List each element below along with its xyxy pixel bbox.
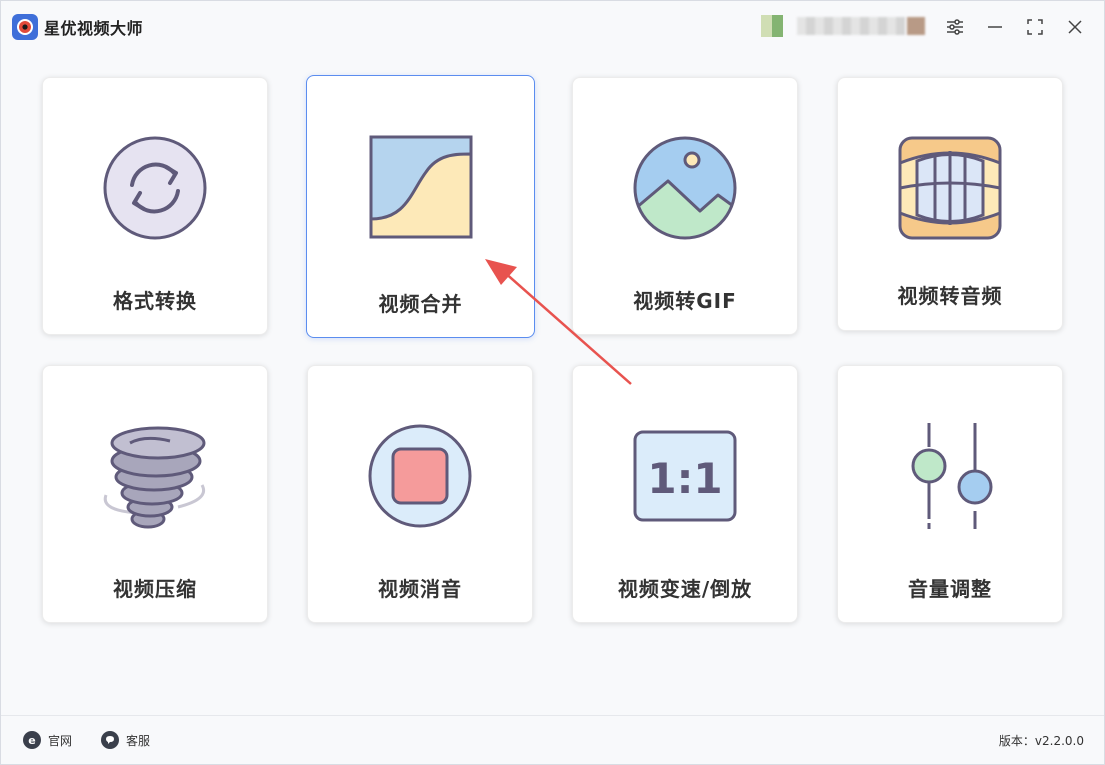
- card-video-to-audio[interactable]: 视频转音频: [837, 77, 1063, 331]
- card-label: 视频转音频: [897, 284, 1003, 308]
- card-label: 格式转换: [113, 289, 197, 313]
- version-label: 版本：v2.2.0.0: [998, 734, 1084, 748]
- card-label: 视频压缩: [113, 577, 197, 601]
- chat-bubble-icon: [101, 731, 119, 749]
- card-volume-adjust[interactable]: 音量调整: [837, 365, 1063, 623]
- close-button[interactable]: [1062, 14, 1088, 40]
- card-video-merge[interactable]: 视频合并: [306, 75, 535, 338]
- convert-icon: [103, 136, 207, 240]
- maximize-button[interactable]: [1022, 14, 1048, 40]
- volume-slider-icon: [911, 423, 993, 529]
- website-link[interactable]: e 官网: [23, 730, 72, 750]
- support-label: 客服: [126, 733, 151, 748]
- minimize-button[interactable]: [982, 14, 1008, 40]
- card-video-speed-reverse[interactable]: 1:1 视频变速/倒放: [572, 365, 798, 623]
- username-blurred-tail: [907, 17, 925, 35]
- card-label: 视频合并: [378, 292, 463, 316]
- svg-text:1:1: 1:1: [647, 454, 722, 503]
- browser-e-icon: e: [23, 731, 41, 749]
- app-title: 星优视频大师: [44, 19, 144, 38]
- card-video-compress[interactable]: 视频压缩: [42, 365, 268, 623]
- card-format-convert[interactable]: 格式转换: [42, 77, 268, 335]
- maximize-icon: [1027, 19, 1043, 35]
- tornado-compress-icon: [103, 426, 206, 529]
- audio-icon: [898, 136, 1002, 240]
- title-bar: 星优视频大师: [1, 1, 1104, 53]
- settings-button[interactable]: [942, 14, 968, 40]
- card-video-to-gif[interactable]: 视频转GIF: [572, 77, 798, 335]
- minimize-icon: [988, 26, 1002, 28]
- card-video-mute[interactable]: 视频消音: [307, 365, 533, 623]
- card-label: 视频转GIF: [633, 289, 737, 313]
- card-label: 音量调整: [908, 577, 992, 601]
- user-account[interactable]: [761, 15, 925, 37]
- support-link[interactable]: 客服: [101, 730, 150, 750]
- mute-icon: [368, 424, 472, 528]
- card-label: 视频消音: [378, 577, 462, 601]
- avatar[interactable]: [761, 15, 783, 37]
- footer: e 官网 客服 版本：v2.2.0.0: [1, 715, 1104, 764]
- app-logo-icon: [12, 14, 38, 40]
- close-icon: [1068, 20, 1082, 34]
- merge-icon: [369, 135, 472, 239]
- app-window: 星优视频大师 格式转换 视频合并 视频转GIF 视频转音频 视频压缩 视频消音 …: [0, 0, 1105, 765]
- card-label: 视频变速/倒放: [617, 577, 753, 601]
- sliders-icon: [947, 19, 963, 35]
- ratio-icon: 1:1: [633, 430, 737, 522]
- gif-image-icon: [633, 136, 737, 240]
- username-blurred: [797, 17, 905, 35]
- website-label: 官网: [48, 733, 73, 748]
